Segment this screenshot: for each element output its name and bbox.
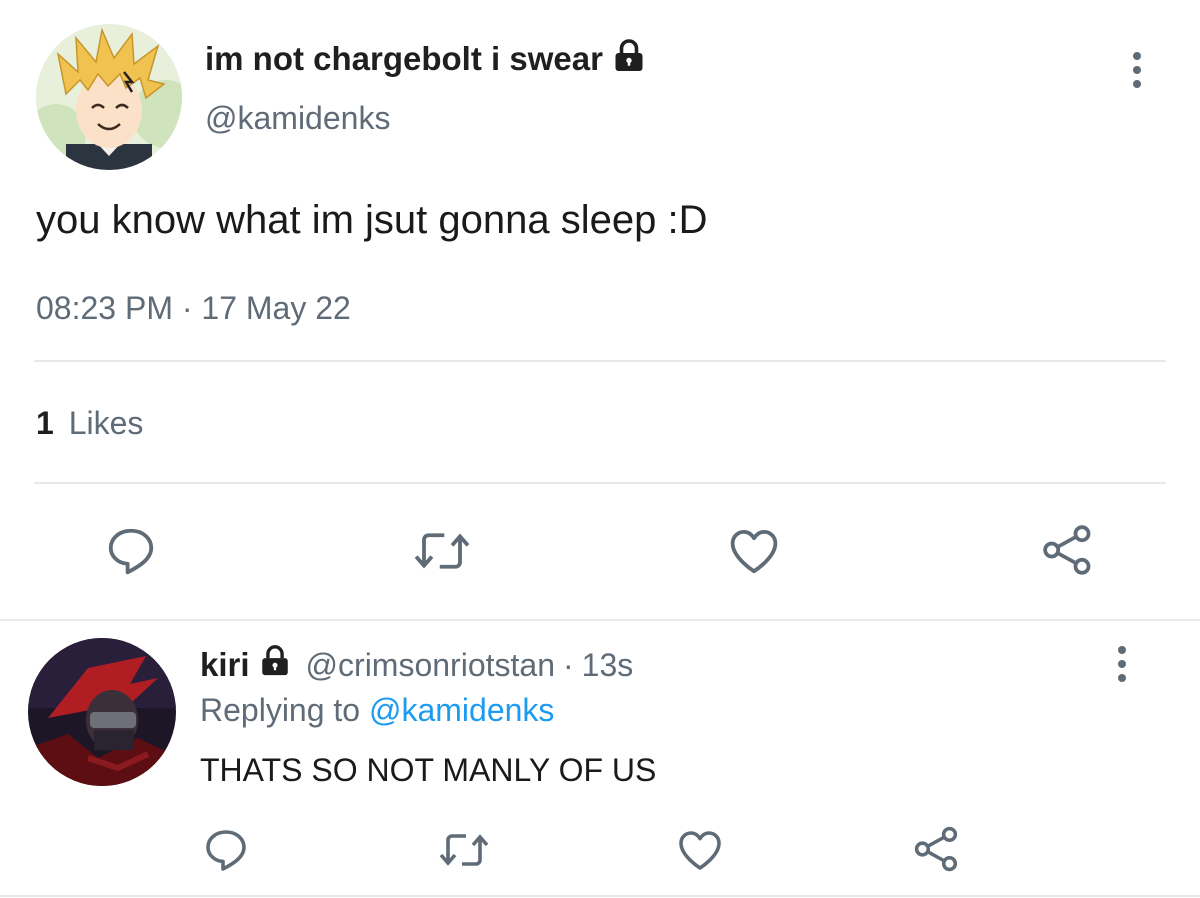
like-icon[interactable] — [726, 524, 782, 578]
share-icon[interactable] — [912, 824, 962, 874]
like-icon[interactable] — [676, 826, 724, 874]
more-options-icon[interactable] — [1118, 646, 1126, 682]
more-options-icon[interactable] — [1133, 52, 1141, 88]
replying-to-link[interactable]: @kamidenks — [369, 692, 554, 728]
display-name-reply[interactable]: kiri — [200, 646, 250, 684]
share-icon[interactable] — [1040, 522, 1096, 578]
likes-number: 1 — [36, 405, 54, 441]
reply-icon[interactable] — [104, 524, 158, 578]
handle-main[interactable]: @kamidenks — [205, 100, 390, 137]
divider — [34, 360, 1166, 362]
reply-icon[interactable] — [202, 826, 250, 874]
replying-to-label: Replying to — [200, 692, 361, 728]
reply-text: THATS SO NOT MANLY OF US — [200, 752, 657, 788]
divider — [0, 895, 1200, 897]
retweet-icon[interactable] — [436, 826, 492, 874]
tweet-timestamp: 08:23 PM · 17 May 22 — [36, 290, 351, 327]
avatar-main[interactable] — [36, 24, 182, 170]
divider — [34, 482, 1166, 484]
tweet-date: 17 May 22 — [201, 290, 351, 326]
handle-reply[interactable]: @crimsonriotstan — [306, 647, 555, 684]
reply-age: 13s — [581, 646, 634, 683]
display-name-main[interactable]: im not chargebolt i swear — [205, 40, 603, 78]
lock-icon — [611, 38, 647, 79]
retweet-icon[interactable] — [410, 524, 474, 578]
likes-count[interactable]: 1 Likes — [36, 405, 143, 442]
meta-separator: · — [562, 646, 574, 683]
meta-separator: · — [181, 290, 193, 326]
lock-icon — [258, 644, 292, 686]
tweet-time: 08:23 PM — [36, 290, 173, 326]
avatar-reply[interactable] — [28, 638, 176, 786]
tweet-text: you know what im jsut gonna sleep :D — [36, 198, 708, 242]
likes-label: Likes — [68, 405, 144, 441]
divider — [0, 619, 1200, 621]
